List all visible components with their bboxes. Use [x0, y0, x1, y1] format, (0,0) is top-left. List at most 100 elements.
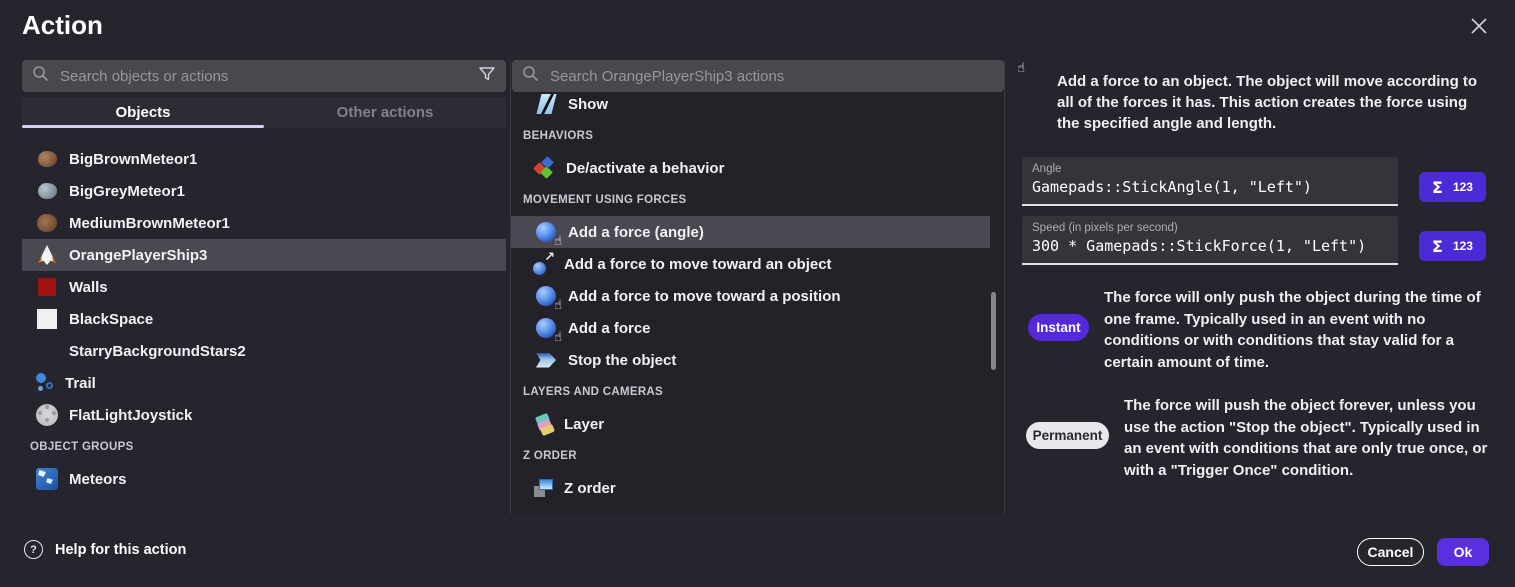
object-list: BigBrownMeteor1 BigGreyMeteor1 MediumBro…	[22, 143, 506, 495]
action-list-item[interactable]: Layer	[511, 408, 990, 440]
action-label: Stop the object	[568, 352, 676, 369]
show-icon	[533, 91, 559, 117]
action-description: Add a force to an object. The object wil…	[1057, 71, 1493, 134]
object-list-item[interactable]: Trail	[22, 367, 506, 399]
object-list-item-selected[interactable]: OrangePlayerShip3	[22, 239, 506, 271]
permanent-description: The force will push the object forever, …	[1124, 395, 1496, 481]
numbers-icon: 123	[1453, 239, 1473, 253]
action-label: Add a force to move toward an object	[564, 256, 832, 273]
action-list-item[interactable]: Add a force	[511, 312, 990, 344]
category-header: Z ORDER	[511, 440, 990, 472]
actions-panel: Show BEHAVIORS De/activate a behavior MO…	[511, 60, 1004, 514]
object-list-item[interactable]: BlackSpace	[22, 303, 506, 335]
instant-badge: Instant	[1028, 314, 1089, 341]
object-name: MediumBrownMeteor1	[69, 215, 230, 232]
filter-icon[interactable]	[478, 65, 496, 88]
left-tabbar: Objects Other actions	[22, 97, 506, 128]
object-name: Trail	[65, 375, 96, 392]
cancel-button[interactable]: Cancel	[1357, 538, 1424, 566]
speed-field-label: Speed (in pixels per second)	[1032, 222, 1388, 234]
action-label: Add a force (angle)	[568, 224, 704, 241]
ok-button[interactable]: Ok	[1437, 538, 1489, 566]
close-button[interactable]	[1465, 14, 1493, 42]
angle-expression-button[interactable]: Σ 123	[1419, 172, 1486, 202]
action-label: De/activate a behavior	[566, 160, 724, 177]
close-icon	[1470, 17, 1488, 40]
move-toward-position-icon	[533, 283, 559, 309]
layer-icon	[533, 413, 555, 435]
speed-field: Speed (in pixels per second)	[1022, 216, 1398, 265]
action-list-item[interactable]: Show	[511, 88, 990, 120]
permanent-badge: Permanent	[1026, 422, 1109, 449]
action-label: Show	[568, 96, 608, 113]
action-list-item-selected[interactable]: Add a force (angle)	[511, 216, 990, 248]
action-label: Add a force	[568, 320, 651, 337]
action-label: Layer	[564, 416, 604, 433]
object-name: StarryBackgroundStars2	[69, 343, 246, 360]
angle-field: Angle	[1022, 157, 1398, 206]
category-header: MOVEMENT USING FORCES	[511, 184, 990, 216]
action-list: Show BEHAVIORS De/activate a behavior MO…	[511, 88, 990, 504]
action-list-item[interactable]: Z order	[511, 472, 990, 504]
white-square-icon	[34, 306, 60, 332]
scrollbar-thumb[interactable]	[991, 292, 996, 370]
object-groups-header: OBJECT GROUPS	[22, 431, 506, 463]
behavior-icon	[533, 156, 557, 180]
object-list-item[interactable]: FlatLightJoystick	[22, 399, 506, 431]
add-force-icon	[533, 219, 559, 245]
object-name: Walls	[69, 279, 108, 296]
meteor-brown-icon	[34, 210, 60, 236]
stop-object-icon	[533, 347, 559, 373]
action-label: Add a force to move toward a position	[568, 288, 841, 305]
action-label: Z order	[564, 480, 616, 497]
z-order-icon	[533, 477, 555, 499]
meteor-brown-icon	[34, 146, 60, 172]
objects-search-input[interactable]	[58, 67, 469, 86]
tab-objects[interactable]: Objects	[22, 97, 264, 128]
action-list-item[interactable]: ↗ Add a force to move toward an object	[511, 248, 990, 280]
trail-particles-icon	[34, 372, 56, 394]
help-label: Help for this action	[55, 542, 186, 558]
category-header: LAYERS AND CAMERAS	[511, 376, 990, 408]
numbers-icon: 123	[1453, 180, 1473, 194]
move-toward-object-icon: ↗	[533, 253, 555, 275]
add-force-icon	[533, 315, 559, 341]
object-list-item[interactable]: MediumBrownMeteor1	[22, 207, 506, 239]
action-list-item[interactable]: De/activate a behavior	[511, 152, 990, 184]
actions-search-input[interactable]	[548, 67, 994, 86]
rocket-ship-icon	[34, 242, 60, 268]
page-title: Action	[22, 10, 103, 41]
object-list-item[interactable]: BigBrownMeteor1	[22, 143, 506, 175]
object-name: BlackSpace	[69, 311, 153, 328]
sigma-icon: Σ	[1432, 237, 1443, 256]
object-list-item[interactable]: StarryBackgroundStars2	[22, 335, 506, 367]
object-name: OrangePlayerShip3	[69, 247, 207, 264]
object-name: BigBrownMeteor1	[69, 151, 197, 168]
help-link[interactable]: ? Help for this action	[24, 540, 186, 559]
tab-other-actions[interactable]: Other actions	[264, 97, 506, 128]
action-list-item[interactable]: Stop the object	[511, 344, 990, 376]
object-list-item[interactable]: BigGreyMeteor1	[22, 175, 506, 207]
object-group-icon	[34, 466, 60, 492]
object-group-item[interactable]: Meteors	[22, 463, 506, 495]
search-icon	[32, 65, 49, 87]
angle-input[interactable]	[1032, 178, 1388, 196]
speed-expression-button[interactable]: Σ 123	[1419, 231, 1486, 261]
speed-input[interactable]	[1032, 237, 1388, 255]
object-list-item[interactable]: Walls	[22, 271, 506, 303]
red-square-icon	[34, 274, 60, 300]
instant-description: The force will only push the object duri…	[1104, 287, 1496, 373]
tab-other-actions-label: Other actions	[337, 104, 434, 121]
panel-divider	[1004, 60, 1005, 514]
joystick-icon	[34, 402, 60, 428]
help-icon: ?	[24, 540, 43, 559]
search-icon	[522, 65, 539, 87]
angle-field-label: Angle	[1032, 163, 1388, 175]
action-list-item[interactable]: Add a force to move toward a position	[511, 280, 990, 312]
tab-objects-label: Objects	[115, 104, 170, 121]
actions-search-bar	[512, 60, 1004, 92]
object-name: FlatLightJoystick	[69, 407, 192, 424]
objects-search-bar	[22, 60, 506, 92]
blank-icon	[34, 338, 60, 364]
object-name: BigGreyMeteor1	[69, 183, 185, 200]
